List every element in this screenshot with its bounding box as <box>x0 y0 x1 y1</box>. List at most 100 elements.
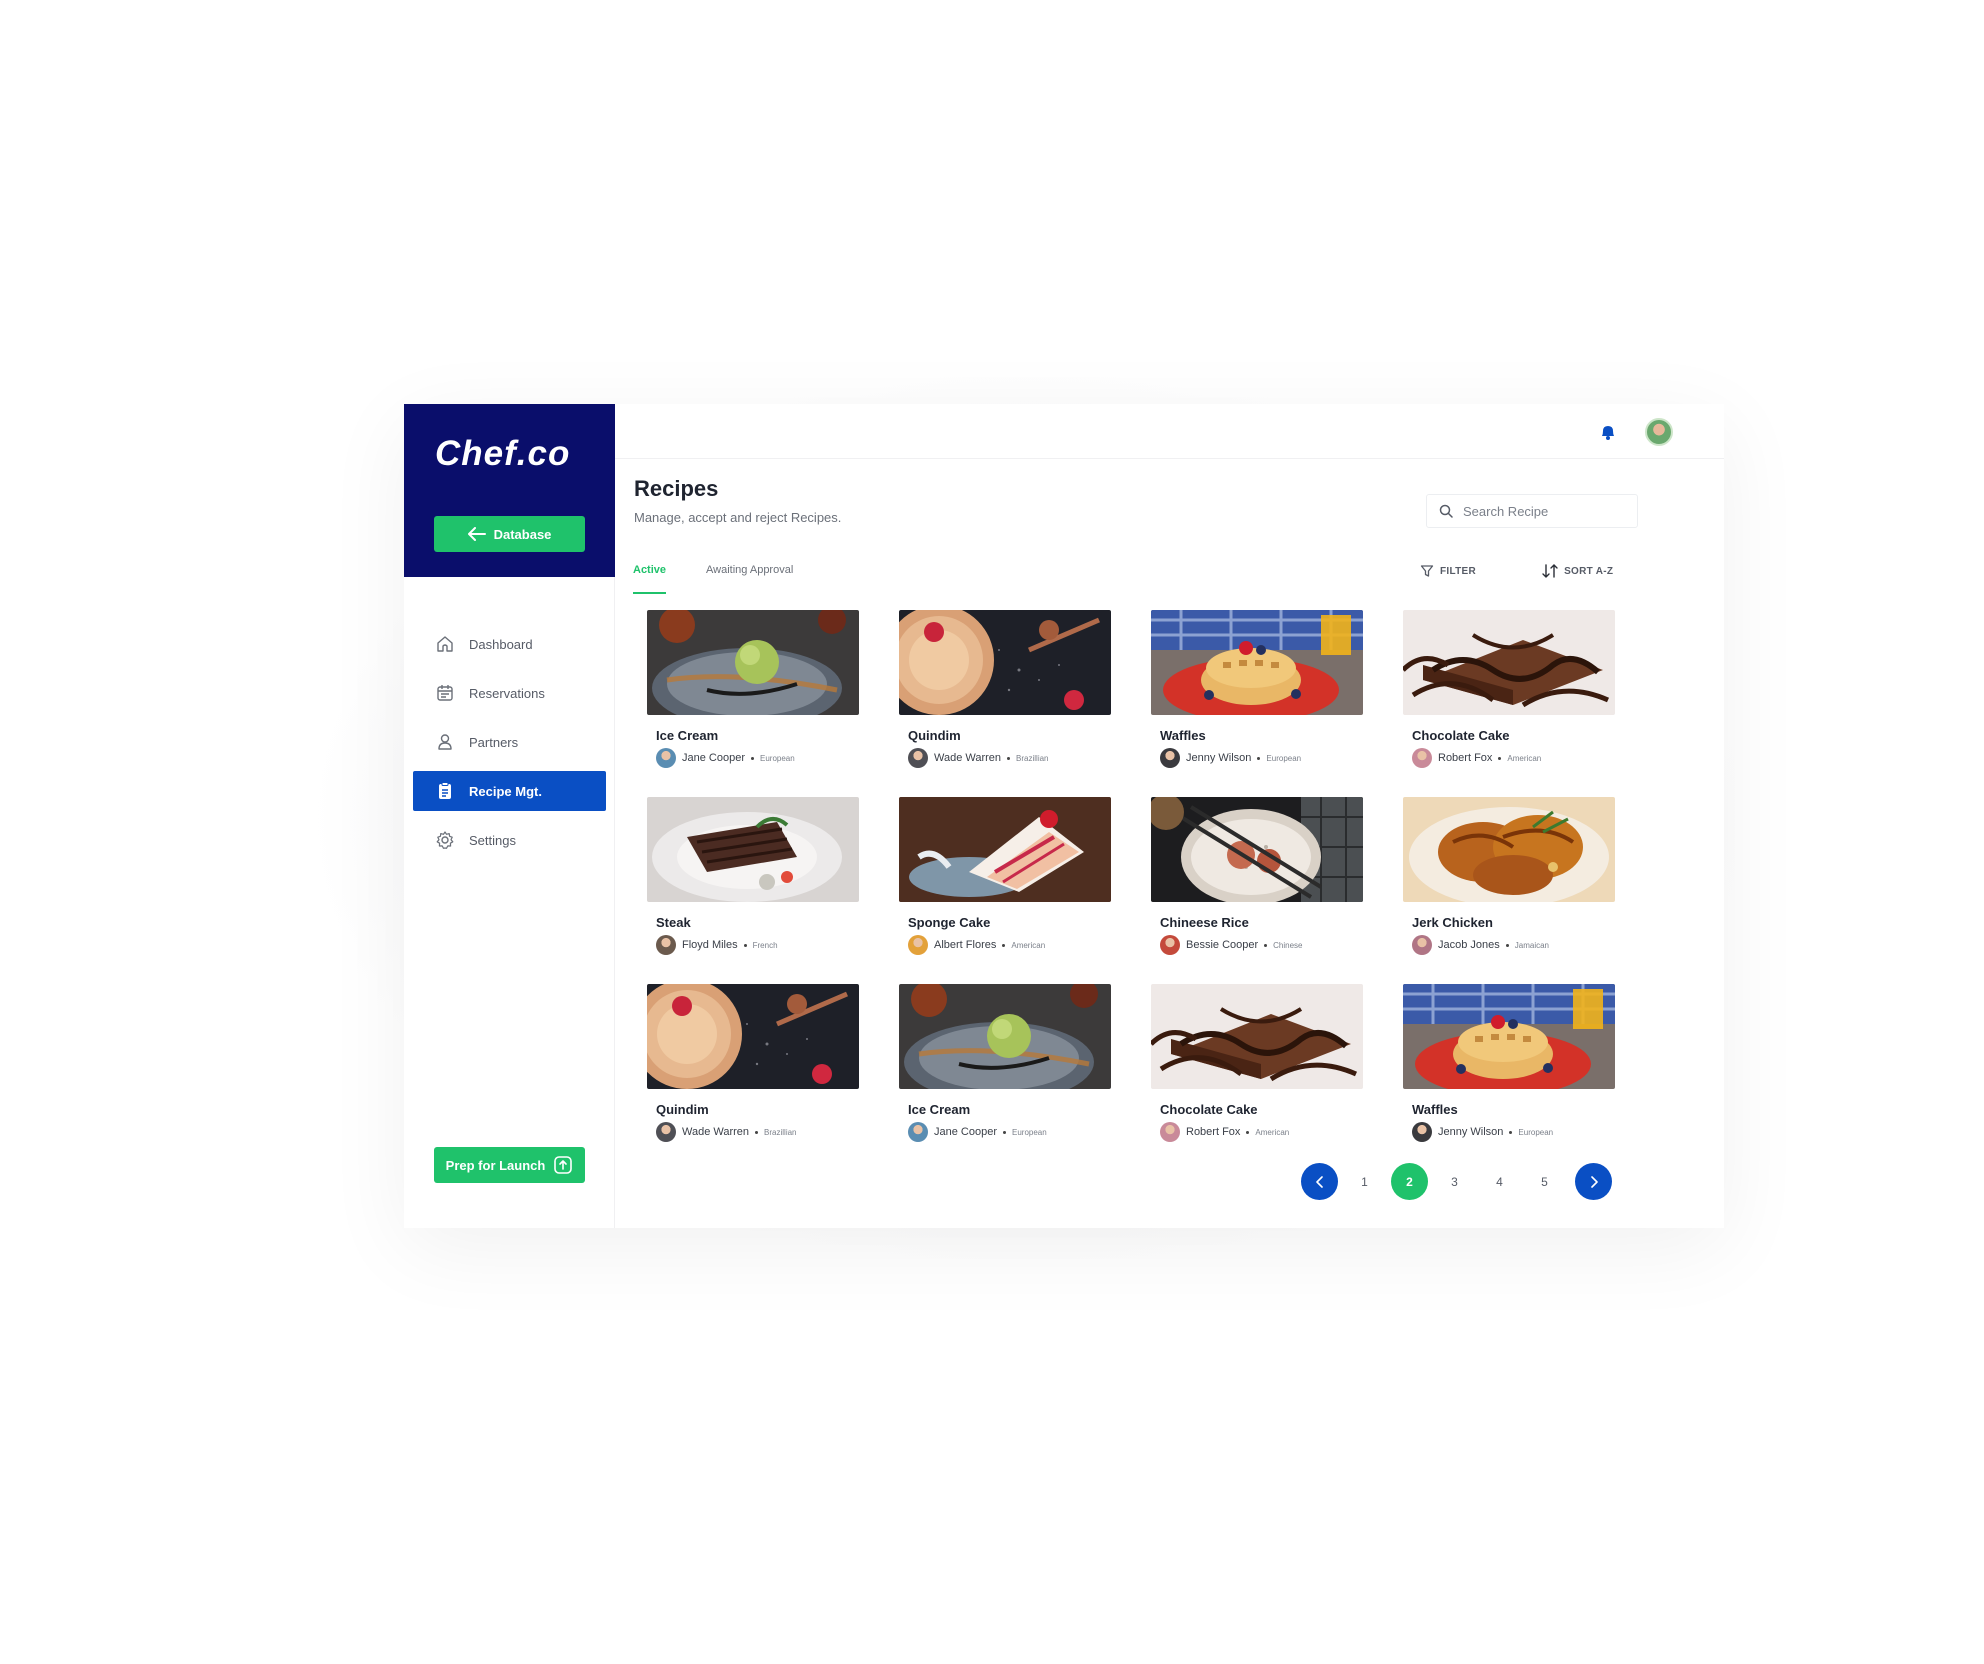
prep-for-launch-label: Prep for Launch <box>445 1157 546 1173</box>
separator-dot <box>743 943 747 947</box>
recipe-title[interactable]: Steak <box>656 915 691 930</box>
author-avatar <box>1160 748 1180 768</box>
recipe-card[interactable]: Quindim Wade Warren Brazillian <box>899 610 1111 780</box>
page-button-4[interactable]: 4 <box>1481 1163 1518 1200</box>
recipe-image[interactable] <box>899 610 1111 715</box>
recipe-card[interactable]: Ice Cream Jane Cooper European <box>899 984 1111 1154</box>
recipe-title[interactable]: Ice Cream <box>908 1102 970 1117</box>
recipe-card[interactable]: Quindim Wade Warren Brazillian <box>647 984 859 1154</box>
recipe-meta: Robert Fox American <box>1412 748 1541 768</box>
recipe-meta: Floyd Miles French <box>656 935 778 955</box>
recipe-cuisine: French <box>752 940 778 950</box>
recipe-author: Jacob Jones <box>1438 939 1500 951</box>
recipe-card[interactable]: Waffles Jenny Wilson European <box>1151 610 1363 780</box>
sidebar-item-label: Partners <box>469 734 519 750</box>
recipe-author: Jenny Wilson <box>1438 1126 1504 1138</box>
filter-button[interactable]: FILTER <box>1420 564 1476 578</box>
recipe-card[interactable]: Waffles Jenny Wilson European <box>1403 984 1615 1154</box>
recipe-meta: Jane Cooper European <box>656 748 795 768</box>
recipe-title[interactable]: Waffles <box>1160 728 1206 743</box>
sidebar-item-reservations[interactable]: Reservations <box>413 673 606 713</box>
bell-icon[interactable] <box>1598 422 1618 442</box>
recipe-title[interactable]: Chocolate Cake <box>1412 728 1510 743</box>
page-button-2[interactable]: 2 <box>1391 1163 1428 1200</box>
recipe-title[interactable]: Chocolate Cake <box>1160 1102 1258 1117</box>
sidebar-item-recipe-mgt[interactable]: Recipe Mgt. <box>413 771 606 811</box>
recipe-meta: Wade Warren Brazillian <box>908 748 1049 768</box>
recipe-image[interactable] <box>899 984 1111 1089</box>
home-icon <box>437 636 453 652</box>
recipe-title[interactable]: Ice Cream <box>656 728 718 743</box>
recipe-author: Wade Warren <box>682 1126 750 1138</box>
recipe-title[interactable]: Jerk Chicken <box>1412 915 1493 930</box>
recipe-image[interactable] <box>1151 610 1363 715</box>
prep-for-launch-button[interactable]: Prep for Launch <box>434 1147 585 1183</box>
page-button-5[interactable]: 5 <box>1526 1163 1563 1200</box>
recipe-title[interactable]: Quindim <box>908 728 961 743</box>
recipe-card[interactable]: Chocolate Cake Robert Fox American <box>1151 984 1363 1154</box>
recipe-cuisine: European <box>1266 753 1302 763</box>
database-button[interactable]: Database <box>434 516 585 552</box>
sidebar-item-partners[interactable]: Partners <box>413 722 606 762</box>
search-input[interactable] <box>1463 503 1623 519</box>
tab-awaiting-approval[interactable]: Awaiting Approval <box>706 564 793 594</box>
recipe-card[interactable]: Chineese Rice Bessie Cooper Chinese <box>1151 797 1363 967</box>
prev-page-button[interactable] <box>1301 1163 1338 1200</box>
search-box[interactable] <box>1426 494 1638 528</box>
recipe-image[interactable] <box>647 984 859 1089</box>
sidebar-item-label: Reservations <box>469 685 545 701</box>
author-avatar <box>908 935 928 955</box>
tab-active[interactable]: Active <box>633 564 667 594</box>
recipe-title[interactable]: Sponge Cake <box>908 915 990 930</box>
recipe-cuisine: American <box>1011 940 1046 950</box>
recipe-card[interactable]: Ice Cream Jane Cooper European <box>647 610 859 780</box>
recipe-meta: Jenny Wilson European <box>1412 1122 1553 1142</box>
recipe-image[interactable] <box>1403 610 1615 715</box>
recipe-meta: Robert Fox American <box>1160 1122 1289 1142</box>
separator-dot <box>1257 756 1261 760</box>
recipe-card[interactable]: Sponge Cake Albert Flores American <box>899 797 1111 967</box>
recipe-title[interactable]: Quindim <box>656 1102 709 1117</box>
page-button-1[interactable]: 1 <box>1346 1163 1383 1200</box>
app-window: Chef.co Database Dashboard Reservations … <box>404 404 1724 1228</box>
separator-dot <box>1498 756 1502 760</box>
recipe-card[interactable]: Jerk Chicken Jacob Jones Jamaican <box>1403 797 1615 967</box>
sort-button[interactable]: SORT A-Z <box>1542 564 1613 578</box>
recipe-image[interactable] <box>1403 984 1615 1089</box>
user-avatar[interactable] <box>1645 418 1673 446</box>
recipe-title[interactable]: Chineese Rice <box>1160 915 1249 930</box>
recipe-image[interactable] <box>1151 797 1363 902</box>
author-avatar <box>656 1122 676 1142</box>
user-icon <box>438 734 452 750</box>
recipe-image[interactable] <box>899 797 1111 902</box>
separator-dot <box>1007 756 1011 760</box>
list-tools: FILTER SORT A-Z <box>1420 564 1613 578</box>
search-icon <box>1439 504 1453 518</box>
recipe-image[interactable] <box>647 797 859 902</box>
page-button-3[interactable]: 3 <box>1436 1163 1473 1200</box>
author-avatar <box>1412 1122 1432 1142</box>
sidebar-nav: Dashboard Reservations Partners Recipe M… <box>413 624 606 869</box>
author-avatar <box>908 748 928 768</box>
recipe-image[interactable] <box>647 610 859 715</box>
recipe-cuisine: American <box>1255 1127 1290 1137</box>
tab-bar: Active Awaiting Approval <box>633 564 793 594</box>
recipe-cuisine: Chinese <box>1273 940 1303 950</box>
recipe-image[interactable] <box>1403 797 1615 902</box>
recipe-card[interactable]: Chocolate Cake Robert Fox American <box>1403 610 1615 780</box>
separator-dot <box>1264 943 1268 947</box>
recipe-card[interactable]: Steak Floyd Miles French <box>647 797 859 967</box>
separator-dot <box>1002 943 1006 947</box>
recipe-image[interactable] <box>1151 984 1363 1089</box>
brand-panel: Chef.co Database <box>404 404 615 577</box>
recipe-author: Floyd Miles <box>682 939 738 951</box>
recipe-grid: Ice Cream Jane Cooper European Quindim Wade … <box>633 594 1637 1148</box>
recipe-title[interactable]: Waffles <box>1412 1102 1458 1117</box>
next-page-button[interactable] <box>1575 1163 1612 1200</box>
sidebar-item-settings[interactable]: Settings <box>413 820 606 860</box>
sidebar-item-dashboard[interactable]: Dashboard <box>413 624 606 664</box>
recipe-author: Jane Cooper <box>934 1126 997 1138</box>
separator-dot <box>755 1130 759 1134</box>
recipe-author: Albert Flores <box>934 939 997 951</box>
author-avatar <box>656 935 676 955</box>
